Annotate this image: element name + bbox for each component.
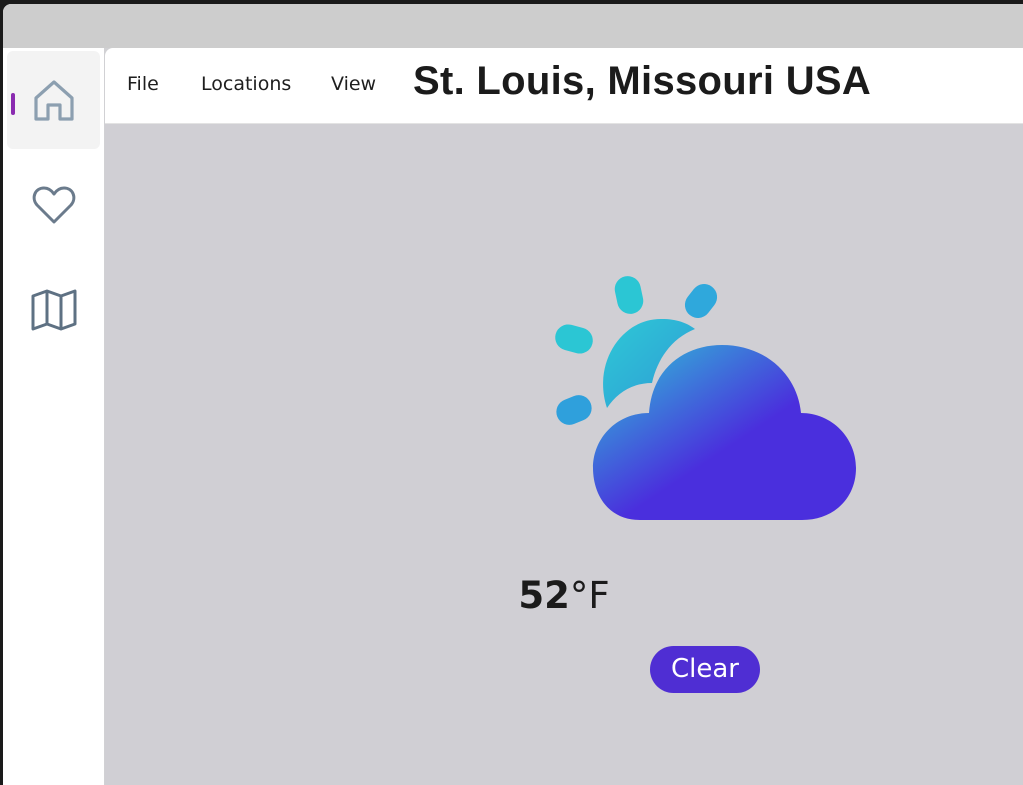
menu-file[interactable]: File [127, 73, 159, 95]
temperature-unit: °F [569, 574, 610, 617]
heart-icon [30, 181, 78, 229]
selected-indicator [11, 93, 15, 115]
temperature-readout: 52°F [105, 574, 1023, 617]
sidebar [3, 48, 104, 785]
sidebar-item-map[interactable] [7, 261, 100, 359]
sidebar-item-favorites[interactable] [7, 156, 100, 254]
menu-view[interactable]: View [331, 73, 376, 95]
menu-locations[interactable]: Locations [201, 73, 291, 95]
menu-bar: File Locations View St. Louis, Missouri … [105, 48, 1023, 124]
partly-cloudy-icon [552, 273, 858, 523]
app-window: File Locations View St. Louis, Missouri … [3, 4, 1023, 785]
temperature-value: 52 [518, 574, 570, 617]
home-icon [30, 76, 78, 124]
condition-badge: Clear [650, 646, 760, 693]
title-bar[interactable] [3, 4, 1023, 48]
map-icon [30, 286, 78, 334]
page-title: St. Louis, Missouri USA [413, 59, 872, 103]
sidebar-item-home[interactable] [7, 51, 100, 149]
weather-panel: 52°F Clear [105, 124, 1023, 785]
